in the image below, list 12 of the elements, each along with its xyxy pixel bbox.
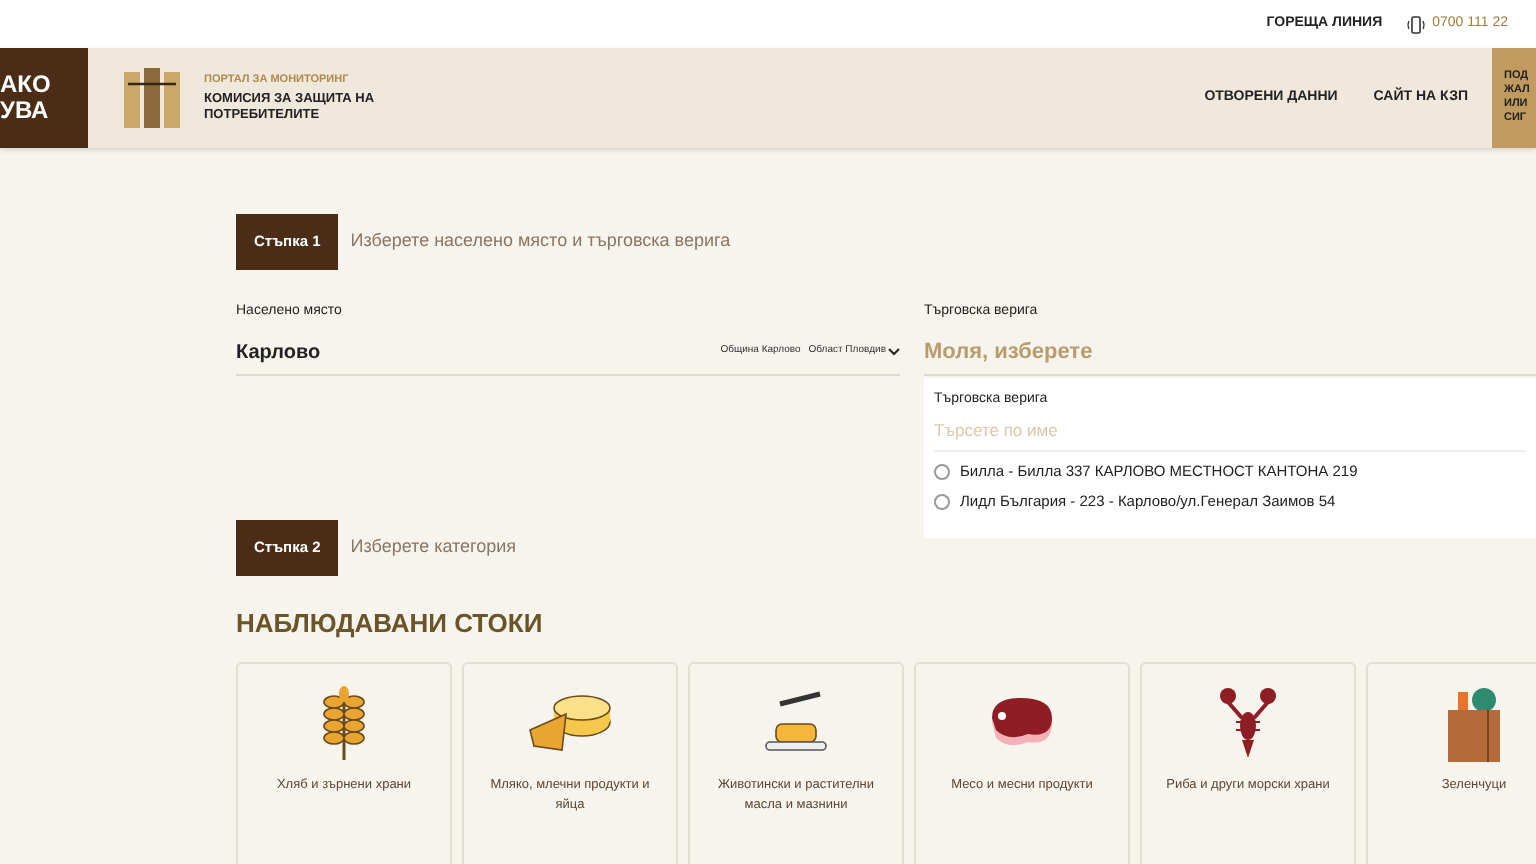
- lobster-icon: [1218, 686, 1278, 762]
- phone-icon: [1406, 15, 1427, 33]
- logo-text: АКО: [0, 72, 53, 98]
- logo-text: УВА: [0, 98, 51, 124]
- radio-button[interactable]: [934, 464, 950, 480]
- logo-box[interactable]: АКО УВА: [0, 48, 88, 148]
- step-title: Изберете категория: [350, 533, 517, 560]
- radio-button[interactable]: [934, 494, 950, 510]
- step-title: Изберете населено място и търговска верига: [350, 228, 731, 255]
- logo-emblem-icon: [120, 64, 184, 132]
- section-heading: НАБЛЮДАВАНИ СТОКИ: [236, 605, 545, 642]
- chevron-down-icon: [888, 348, 900, 356]
